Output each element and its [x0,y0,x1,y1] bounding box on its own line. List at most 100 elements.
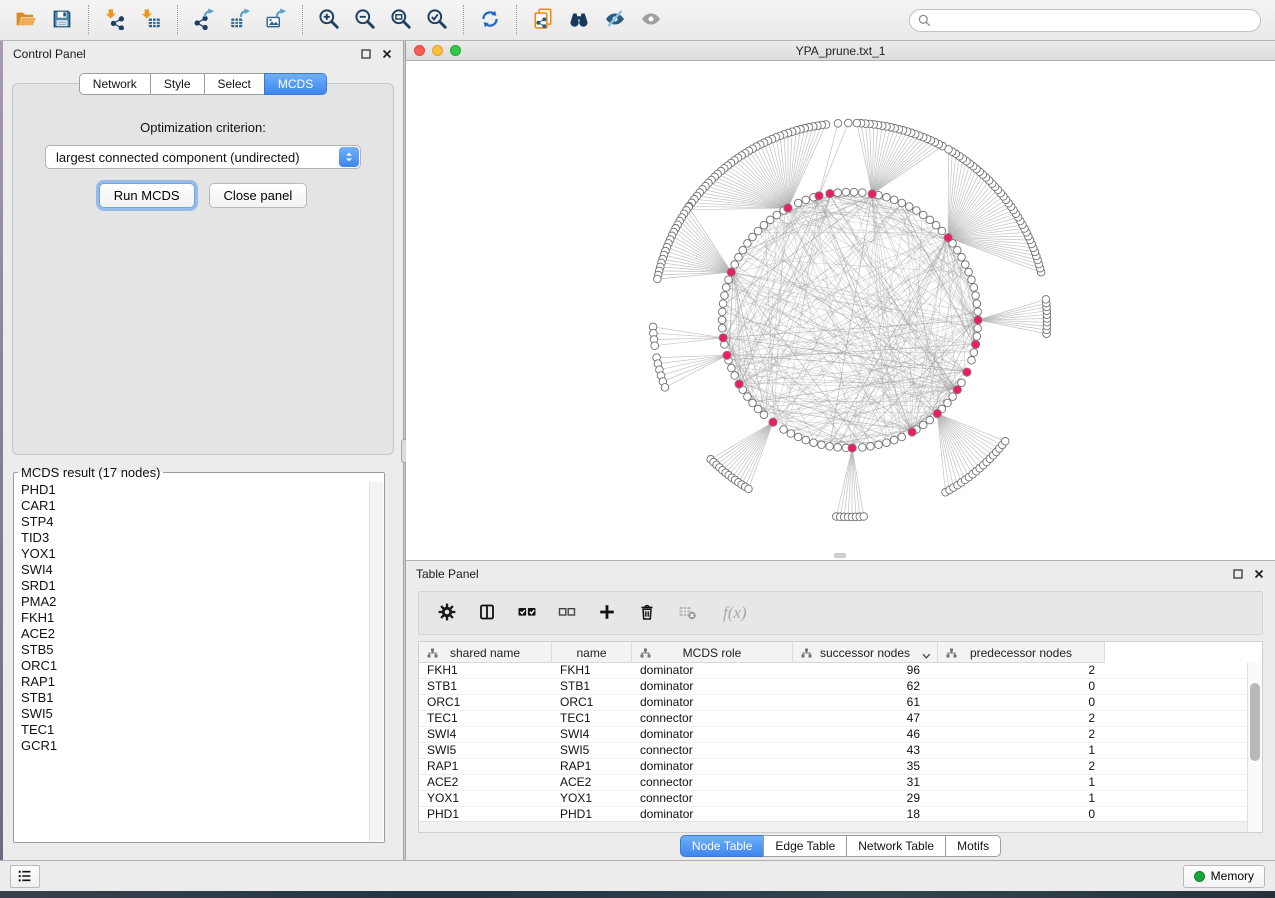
table-cell[interactable]: 43 [793,743,938,758]
table-cell[interactable]: ACE2 [419,775,552,790]
settings-button[interactable] [429,600,465,627]
memory-button[interactable]: Memory [1183,865,1265,888]
window-minimize-button[interactable] [432,45,443,56]
table-cell[interactable]: 2 [938,711,1105,726]
close-panel-button[interactable]: Close panel [209,183,308,208]
column-header-shared-name[interactable]: shared name [419,642,552,663]
tab-select[interactable]: Select [204,73,265,95]
column-header-successor-nodes[interactable]: successor nodes [793,642,938,663]
table-cell[interactable]: PHD1 [419,807,552,821]
result-list-item[interactable]: TID3 [15,530,369,546]
table-tab-network-table[interactable]: Network Table [846,835,946,857]
result-list-item[interactable]: STB5 [15,642,369,658]
deselect-all-button[interactable] [549,600,585,627]
table-tab-edge-table[interactable]: Edge Table [763,835,847,857]
table-cell[interactable]: connector [632,743,793,758]
network-canvas[interactable] [406,61,1275,560]
hide-selected-button[interactable] [597,6,633,35]
result-list-item[interactable]: ORC1 [15,658,369,674]
table-row[interactable]: YOX1YOX1connector291 [419,791,1247,807]
table-row[interactable]: ORC1ORC1dominator610 [419,695,1247,711]
tab-network[interactable]: Network [79,73,151,95]
toggle-column-button[interactable] [469,600,505,627]
column-header-MCDS-role[interactable]: MCDS role [632,642,793,663]
result-list-item[interactable]: SWI5 [15,706,369,722]
table-cell[interactable]: YOX1 [419,791,552,806]
zoom-out-button[interactable] [347,6,383,35]
open-file-button[interactable] [8,6,44,35]
table-cell[interactable]: dominator [632,727,793,742]
table-cell[interactable]: SWI5 [419,743,552,758]
float-table-panel-icon[interactable] [1232,568,1244,580]
result-list-item[interactable]: SRD1 [15,578,369,594]
close-table-panel-icon[interactable] [1253,568,1265,580]
table-cell[interactable]: SWI4 [419,727,552,742]
table-cell[interactable]: 2 [938,759,1105,774]
table-cell[interactable]: RAP1 [552,759,632,774]
table-cell[interactable]: connector [632,775,793,790]
table-cell[interactable]: 29 [793,791,938,806]
result-list-item[interactable]: YOX1 [15,546,369,562]
table-row[interactable]: TEC1TEC1connector472 [419,711,1247,727]
column-header-name[interactable]: name [552,642,632,663]
table-cell[interactable]: TEC1 [419,711,552,726]
table-cell[interactable]: 96 [793,663,938,678]
table-vertical-scrollbar[interactable] [1247,663,1262,832]
table-cell[interactable]: 0 [938,679,1105,694]
result-list-item[interactable]: SWI4 [15,562,369,578]
result-list-item[interactable]: TEC1 [15,722,369,738]
table-cell[interactable]: dominator [632,679,793,694]
table-cell[interactable]: TEC1 [552,711,632,726]
table-row[interactable]: PHD1PHD1dominator180 [419,807,1247,821]
result-list-item[interactable]: PMA2 [15,594,369,610]
search-network-button[interactable] [561,6,597,35]
task-history-button[interactable] [10,865,40,888]
table-cell[interactable]: dominator [632,663,793,678]
import-table-button[interactable] [133,6,169,35]
table-cell[interactable]: 0 [938,807,1105,821]
tab-mcds[interactable]: MCDS [264,73,327,95]
table-row[interactable]: STB1STB1dominator620 [419,679,1247,695]
window-maximize-button[interactable] [450,45,461,56]
share-document-button[interactable] [525,6,561,35]
table-cell[interactable]: FKH1 [552,663,632,678]
column-header-predecessor-nodes[interactable]: predecessor nodes [938,642,1105,663]
table-cell[interactable]: 47 [793,711,938,726]
table-cell[interactable]: 1 [938,775,1105,790]
table-cell[interactable]: STB1 [552,679,632,694]
import-network-button[interactable] [97,6,133,35]
table-cell[interactable]: ACE2 [552,775,632,790]
table-cell[interactable]: 61 [793,695,938,710]
result-list-item[interactable]: STP4 [15,514,369,530]
table-cell[interactable]: SWI4 [552,727,632,742]
table-horizontal-scrollbar[interactable] [419,821,1247,832]
table-cell[interactable]: ORC1 [552,695,632,710]
float-panel-icon[interactable] [360,48,372,60]
select-all-button[interactable] [509,600,545,627]
table-row[interactable]: SWI4SWI4dominator462 [419,727,1247,743]
add-column-button[interactable] [589,600,625,627]
table-cell[interactable]: STB1 [419,679,552,694]
table-cell[interactable]: 46 [793,727,938,742]
table-cell[interactable]: 18 [793,807,938,821]
table-cell[interactable]: 2 [938,663,1105,678]
zoom-in-button[interactable] [311,6,347,35]
result-list-item[interactable]: CAR1 [15,498,369,514]
table-cell[interactable]: connector [632,791,793,806]
table-cell[interactable]: dominator [632,807,793,821]
table-tab-node-table[interactable]: Node Table [680,835,765,857]
table-cell[interactable]: 1 [938,791,1105,806]
table-cell[interactable]: connector [632,711,793,726]
table-scrollbar-thumb[interactable] [1250,683,1260,761]
export-image-button[interactable] [258,6,294,35]
result-list-item[interactable]: RAP1 [15,674,369,690]
delete-column-button[interactable] [629,600,665,627]
table-cell[interactable]: dominator [632,759,793,774]
table-tab-motifs[interactable]: Motifs [945,835,1001,857]
result-list-item[interactable]: ACE2 [15,626,369,642]
table-cell[interactable]: 2 [938,727,1105,742]
table-cell[interactable]: ORC1 [419,695,552,710]
export-network-button[interactable] [186,6,222,35]
table-row[interactable]: FKH1FKH1dominator962 [419,663,1247,679]
table-cell[interactable]: SWI5 [552,743,632,758]
